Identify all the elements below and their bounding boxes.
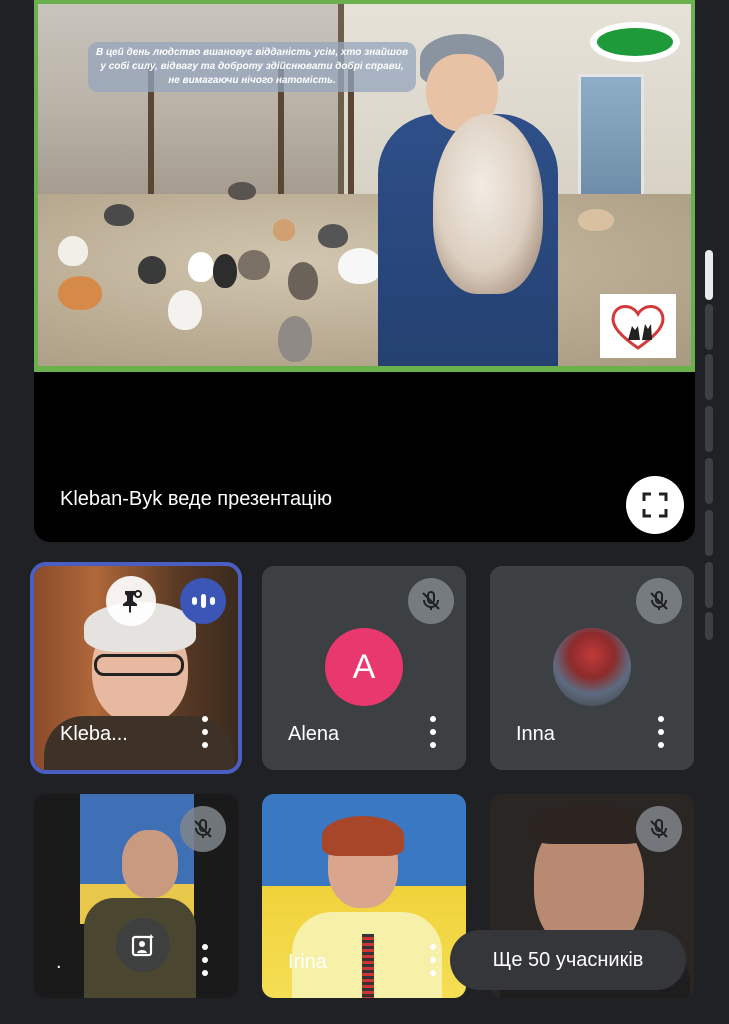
mic-off-icon — [180, 806, 226, 852]
participant-name: Inna — [516, 723, 555, 745]
cat-image — [138, 256, 166, 284]
scrollbar-segment — [705, 612, 713, 640]
cat-image — [228, 182, 256, 200]
cat-image — [213, 254, 237, 288]
more-options-button[interactable] — [428, 716, 438, 748]
pin-icon — [123, 590, 142, 613]
cat-image — [168, 290, 202, 330]
scrollbar-segment — [705, 510, 713, 556]
visual-effects-button[interactable] — [116, 918, 170, 972]
more-options-button[interactable] — [428, 944, 438, 976]
presentation-slide: В цей день людство вшановує відданість у… — [34, 0, 695, 372]
presentation-tile[interactable]: В цей день людство вшановує відданість у… — [34, 0, 695, 542]
participant-name: Alena — [288, 723, 340, 745]
participant-tile[interactable]: Kleba... — [30, 562, 242, 774]
participant-name: Irina — [288, 951, 327, 973]
mic-off-icon — [636, 806, 682, 852]
cat-image — [104, 204, 134, 226]
participant-tile[interactable]: Inna — [490, 566, 694, 770]
scrollbar-segment — [705, 458, 713, 504]
speaking-indicator-icon — [180, 578, 226, 624]
cat-image — [188, 252, 214, 282]
visual-effects-icon — [131, 934, 154, 957]
cat-image — [278, 316, 312, 362]
scrollbar-segment — [705, 304, 713, 350]
fullscreen-button[interactable] — [626, 476, 684, 534]
mic-off-icon — [636, 578, 682, 624]
more-options-button[interactable] — [200, 944, 210, 976]
cat-image — [578, 209, 614, 231]
pin-button[interactable] — [106, 576, 156, 626]
cat-image — [338, 248, 382, 284]
scrollbar-thumb[interactable] — [705, 250, 713, 300]
cat-image — [288, 262, 318, 300]
avatar: A — [325, 628, 403, 706]
mic-off-icon — [408, 578, 454, 624]
participant-tile[interactable]: A Alena — [262, 566, 466, 770]
cat-image — [58, 276, 102, 310]
participant-name: Kleba... — [60, 723, 128, 745]
fullscreen-icon — [642, 492, 668, 518]
cat-image — [238, 250, 270, 280]
scrollbar-segment — [705, 354, 713, 400]
avatar — [553, 628, 631, 706]
participant-tile[interactable]: Irina — [262, 794, 466, 998]
cats-heart-logo — [600, 294, 676, 358]
more-options-button[interactable] — [200, 716, 210, 748]
cat-image — [318, 224, 348, 248]
cat-image — [273, 219, 295, 241]
slide-quote: В цей день людство вшановує відданість у… — [88, 42, 416, 92]
door-image — [578, 74, 644, 210]
scrollbar-segment — [705, 406, 713, 452]
slide-image: В цей день людство вшановує відданість у… — [38, 4, 691, 366]
organization-logo — [590, 22, 680, 62]
participant-name: . — [56, 951, 62, 973]
more-options-button[interactable] — [656, 716, 666, 748]
presenter-label: Kleban-Byk веде презентацію — [60, 488, 332, 510]
participant-tile[interactable]: . — [34, 794, 238, 998]
cat-image — [58, 236, 88, 266]
scrollbar[interactable] — [705, 250, 713, 640]
more-participants-button[interactable]: Ще 50 учасників — [450, 930, 686, 990]
scrollbar-segment — [705, 562, 713, 608]
